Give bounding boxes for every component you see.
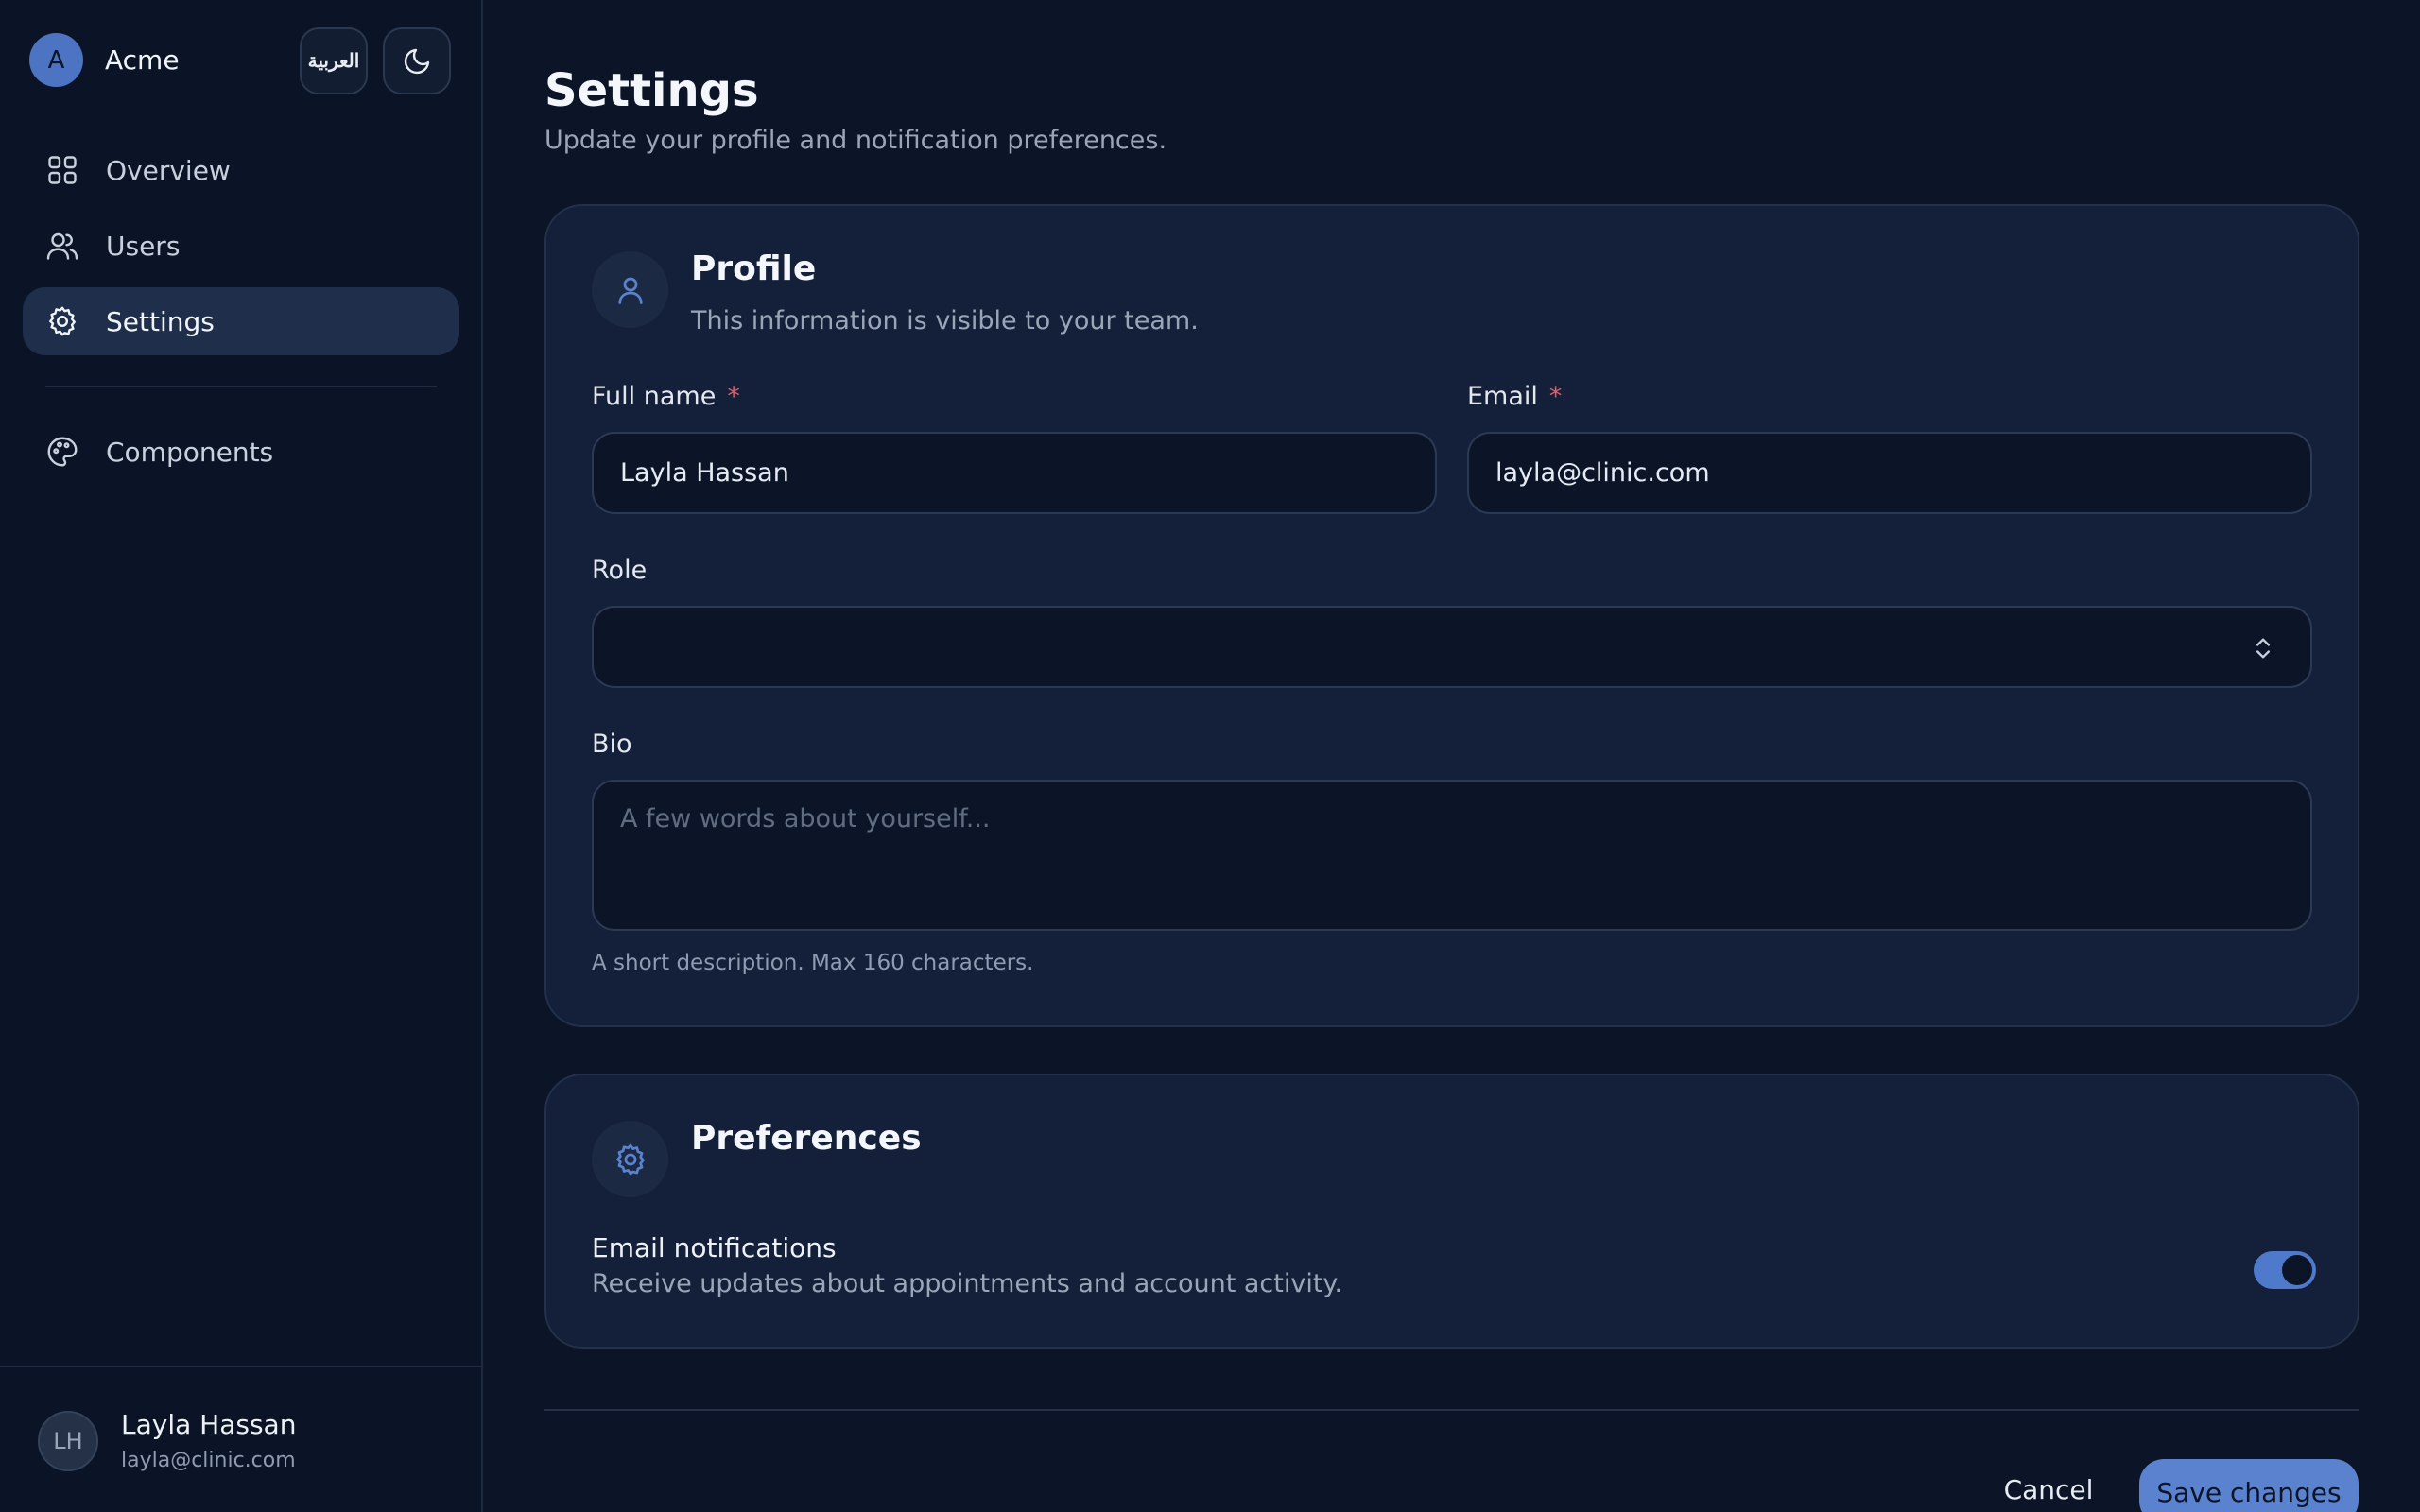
profile-description: This information is visible to your team… bbox=[691, 306, 1199, 335]
bio-help-text: A short description. Max 160 characters. bbox=[592, 951, 1034, 975]
gear-icon bbox=[615, 1143, 645, 1175]
email-notifications-description: Receive updates about appointments and a… bbox=[592, 1269, 1343, 1298]
bio-textarea[interactable] bbox=[592, 780, 2312, 931]
theme-toggle-button[interactable] bbox=[383, 27, 451, 94]
role-select[interactable] bbox=[592, 606, 2312, 688]
nav-item-overview[interactable]: Overview bbox=[23, 136, 459, 204]
preferences-title: Preferences bbox=[691, 1119, 922, 1158]
palette-icon bbox=[47, 437, 78, 467]
email-label: Email * bbox=[1467, 382, 1562, 411]
brand-name: Acme bbox=[105, 44, 180, 76]
nav-item-settings[interactable]: Settings bbox=[23, 287, 459, 355]
toggle-knob bbox=[2282, 1255, 2312, 1285]
nav-label: Users bbox=[106, 230, 181, 262]
brand-avatar: A bbox=[29, 33, 83, 87]
brand: A Acme bbox=[29, 33, 180, 87]
user-name: Layla Hassan bbox=[121, 1409, 297, 1440]
grid-icon bbox=[48, 156, 77, 184]
users-icon bbox=[46, 232, 78, 260]
email-input[interactable] bbox=[1467, 432, 2312, 514]
chevron-up-down-icon bbox=[2256, 638, 2270, 659]
user-icon bbox=[617, 277, 643, 304]
email-notifications-label: Email notifications bbox=[592, 1232, 837, 1263]
nav-item-components[interactable]: Components bbox=[23, 418, 459, 486]
preferences-card-icon bbox=[592, 1121, 668, 1197]
required-marker: * bbox=[727, 382, 740, 411]
user-email: layla@clinic.com bbox=[121, 1449, 296, 1472]
profile-card: Profile This information is visible to y… bbox=[544, 204, 2360, 1027]
cancel-button[interactable]: Cancel bbox=[1993, 1461, 2104, 1512]
nav-divider bbox=[45, 386, 437, 387]
page-subtitle: Update your profile and notification pre… bbox=[544, 126, 1167, 155]
sidebar: A Acme العربية Overview Users Settings C… bbox=[0, 0, 483, 1512]
full-name-label-text: Full name bbox=[592, 382, 717, 411]
nav-label: Settings bbox=[106, 305, 215, 337]
footer-divider bbox=[544, 1409, 2360, 1411]
nav-label: Components bbox=[106, 436, 274, 468]
nav-label: Overview bbox=[106, 154, 231, 186]
preferences-card: Preferences Email notifications Receive … bbox=[544, 1074, 2360, 1349]
required-marker: * bbox=[1548, 382, 1563, 411]
avatar: LH bbox=[38, 1411, 98, 1471]
save-button[interactable]: Save changes bbox=[2139, 1459, 2359, 1512]
page-title: Settings bbox=[544, 64, 759, 117]
email-notifications-toggle[interactable] bbox=[2254, 1251, 2316, 1289]
profile-card-icon bbox=[592, 251, 668, 328]
email-label-text: Email bbox=[1467, 382, 1538, 411]
role-label: Role bbox=[592, 556, 648, 585]
full-name-input[interactable] bbox=[592, 432, 1437, 514]
moon-icon bbox=[404, 48, 430, 74]
nav-item-users[interactable]: Users bbox=[23, 212, 459, 280]
profile-title: Profile bbox=[691, 249, 817, 288]
bio-label: Bio bbox=[592, 730, 632, 759]
full-name-label: Full name * bbox=[592, 382, 740, 411]
language-toggle-button[interactable]: العربية bbox=[300, 27, 368, 94]
gear-icon bbox=[49, 306, 76, 336]
user-profile-block[interactable]: LH Layla Hassan layla@clinic.com bbox=[0, 1366, 483, 1512]
